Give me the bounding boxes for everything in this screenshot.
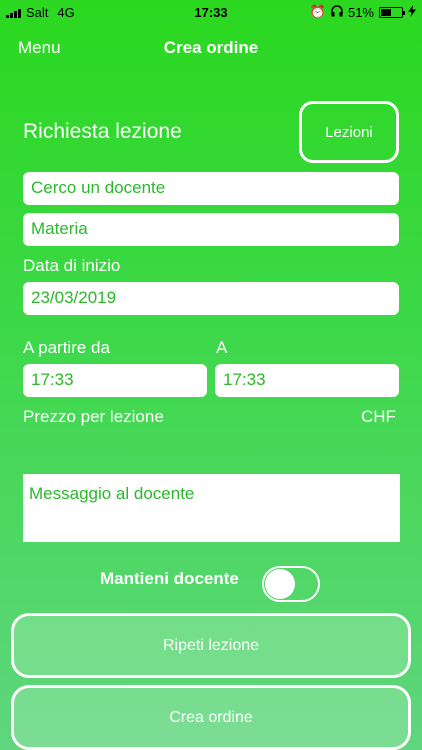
nav-bar: Menu Crea ordine [0, 30, 422, 66]
status-bar: Salt 4G 17:33 ⏰ 51% [0, 0, 422, 24]
create-order-button[interactable]: Crea ordine [11, 685, 411, 750]
from-time-field[interactable]: 17:33 [23, 364, 207, 397]
page-title: Crea ordine [163, 38, 259, 57]
battery-icon [379, 6, 405, 18]
to-time-field[interactable]: 17:33 [215, 364, 399, 397]
charging-icon [408, 4, 416, 20]
form-heading: Richiesta lezione [23, 120, 182, 143]
to-time-label: A [216, 338, 228, 357]
status-right: ⏰ 51% [310, 4, 416, 20]
from-time-label: A partire da [23, 338, 110, 357]
teacher-message-field[interactable]: Messaggio al docente [23, 474, 400, 542]
teacher-search-field[interactable]: Cerco un docente [23, 172, 399, 205]
subject-field[interactable]: Materia [23, 213, 399, 246]
price-label: Prezzo per lezione [23, 407, 164, 426]
start-date-field[interactable]: 23/03/2019 [23, 282, 399, 315]
repeat-lesson-button[interactable]: Ripeti lezione [11, 613, 411, 678]
battery-percent: 51% [347, 4, 374, 20]
lessons-button[interactable]: Lezioni [299, 101, 399, 163]
menu-button[interactable]: Menu [18, 38, 61, 58]
keep-teacher-label: Mantieni docente [100, 569, 239, 588]
headphones-icon [331, 4, 343, 20]
currency-label: CHF [361, 407, 396, 426]
toggle-knob [265, 569, 295, 599]
keep-teacher-toggle[interactable] [262, 566, 320, 602]
alarm-icon: ⏰ [309, 4, 326, 19]
start-date-label: Data di inizio [23, 256, 121, 275]
